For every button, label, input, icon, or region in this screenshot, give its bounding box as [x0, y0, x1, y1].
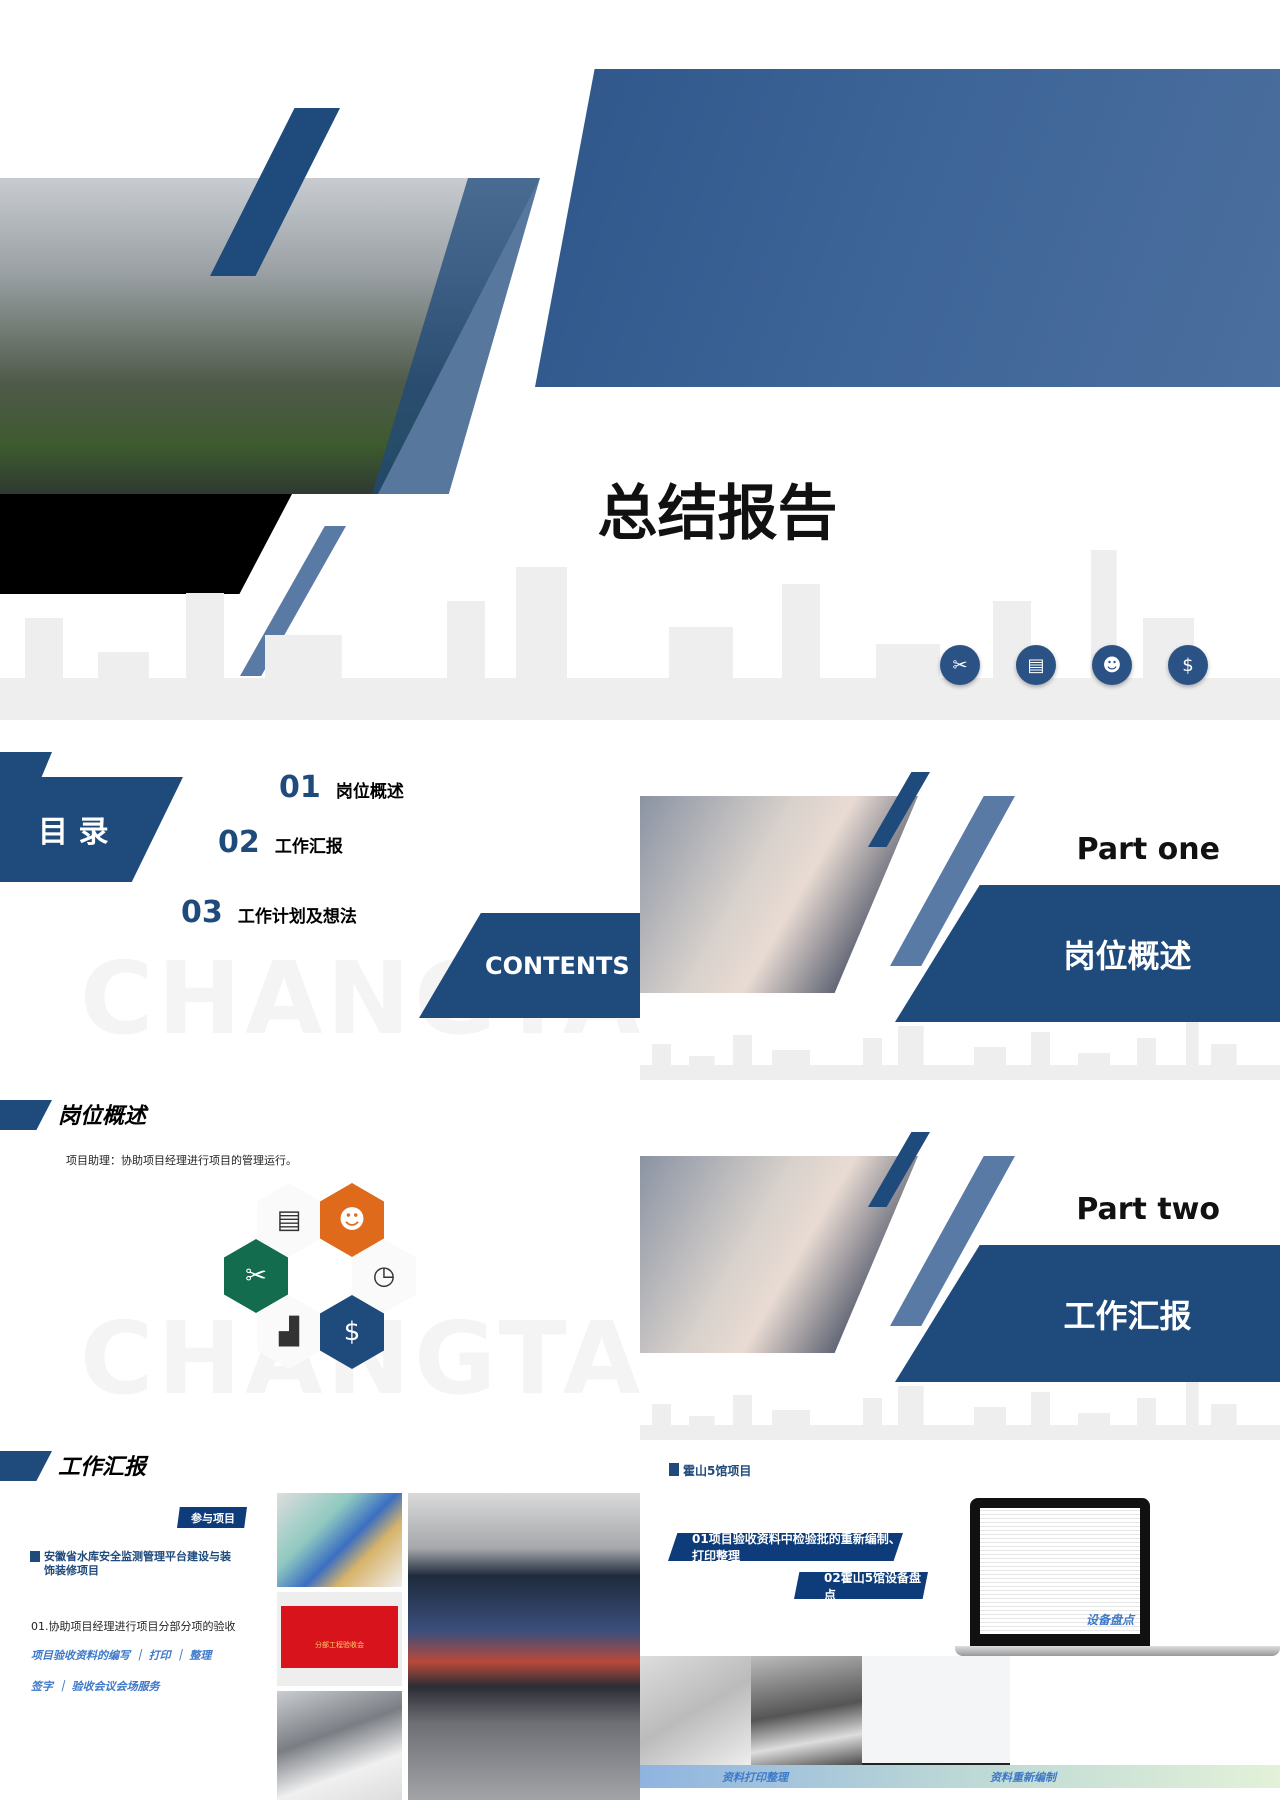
coins-icon: $	[1168, 645, 1208, 685]
contents-item-3[interactable]: 03 工作计划及想法	[181, 895, 357, 930]
office-photo	[751, 1656, 862, 1766]
laptop-caption: 设备盘点	[1085, 1613, 1134, 1627]
folder-screenshot	[1010, 1656, 1280, 1766]
skyline	[640, 1020, 1280, 1080]
spreadsheet-screen: 设备盘点	[980, 1508, 1140, 1634]
overview-description: 项目助理：协助项目经理进行项目的管理运行。	[66, 1154, 297, 1167]
project-tag: 参与项目	[177, 1507, 247, 1528]
task-tag-1: 01项目验收资料中检验批的重新编制、打印整理	[668, 1533, 903, 1561]
conference-room-photo	[408, 1493, 640, 1800]
bullet-icon	[30, 1551, 40, 1562]
contents-item-1[interactable]: 01 岗位概述	[279, 770, 404, 805]
skyline	[640, 1380, 1280, 1440]
caption-print: 资料打印整理	[722, 1771, 788, 1784]
contents-badge-text: CONTENTS	[485, 951, 630, 980]
contents-slide: CHANGTAI 目 录 01 岗位概述 02 工作汇报 03 工作计划及想法 …	[0, 720, 640, 1080]
laptop-base	[955, 1646, 1280, 1656]
item-label: 岗位概述	[335, 782, 404, 802]
item-label: 工作汇报	[274, 837, 343, 857]
screen-title: 分部工程验收会	[315, 1641, 364, 1649]
drawings-photo	[640, 1656, 751, 1766]
task-tag-2: 02霍山5馆设备盘点	[794, 1572, 928, 1599]
report-slide: 工作汇报 参与项目 安徽省水库安全监测管理平台建设与装饰装修项目 01.协助项目…	[0, 1440, 640, 1800]
section-title: 工作汇报	[58, 1455, 147, 1480]
desk-photo	[277, 1691, 402, 1800]
cover-title: 总结报告	[597, 479, 838, 549]
task-line-1: 项目验收资料的编写 ｜ 打印 ｜ 整理	[31, 1649, 212, 1662]
section-accent	[0, 1451, 52, 1481]
typing-photo	[640, 1156, 918, 1353]
section-title: 岗位概述	[58, 1104, 147, 1129]
task-text: 01.协助项目经理进行项目分部分项的验收	[31, 1620, 236, 1633]
item-number: 03	[181, 895, 223, 930]
bullet-icon	[669, 1463, 679, 1476]
tab-accent	[0, 752, 52, 777]
project-name-text: 安徽省水库安全监测管理平台建设与装饰装修项目	[44, 1550, 231, 1577]
contents-heading: 目 录	[38, 815, 109, 850]
red-screen: 分部工程验收会	[281, 1606, 398, 1668]
clipboard-icon: ▤	[1016, 645, 1056, 685]
laptop: 设备盘点	[970, 1498, 1150, 1648]
folders-photo	[277, 1493, 402, 1587]
part-one-slide: Part one 岗位概述	[640, 720, 1280, 1080]
contents-item-2[interactable]: 02 工作汇报	[218, 825, 343, 860]
item-number: 01	[279, 770, 321, 805]
part-label: Part one	[1076, 832, 1220, 867]
contents-heading-block: 目 录	[0, 777, 183, 882]
section-accent	[0, 1100, 52, 1130]
tools-icon: ✂	[940, 645, 980, 685]
contents-badge: CONTENTS	[419, 913, 640, 1018]
cover-slide: 总结报告 ✂ ▤ ☻ $	[0, 0, 1280, 720]
project-name: 安徽省水库安全监测管理平台建设与装饰装修项目	[30, 1550, 240, 1578]
document-screenshot	[862, 1656, 1010, 1766]
typing-photo	[640, 796, 918, 993]
task-line-2: 签字 ｜ 验收会议会场服务	[31, 1680, 160, 1693]
laptop-photo	[535, 69, 1280, 387]
part-label: Part two	[1076, 1192, 1220, 1227]
item-number: 02	[218, 825, 260, 860]
caption-recompile: 资料重新编制	[990, 1771, 1056, 1784]
team-icon: ☻	[1092, 645, 1132, 685]
item-label: 工作计划及想法	[237, 907, 357, 927]
skyline	[0, 550, 1280, 720]
part-two-slide: Part two 工作汇报	[640, 1080, 1280, 1440]
overview-slide: CHANGTAI 岗位概述 项目助理：协助项目经理进行项目的管理运行。 ▤ ☻ …	[0, 1080, 640, 1440]
huoshan-slide: 霍山5馆项目 01项目验收资料中检验批的重新编制、打印整理 02霍山5馆设备盘点…	[640, 1440, 1280, 1800]
meeting-screen-photo: 分部工程验收会	[277, 1592, 402, 1686]
huoshan-title: 霍山5馆项目	[683, 1464, 752, 1478]
